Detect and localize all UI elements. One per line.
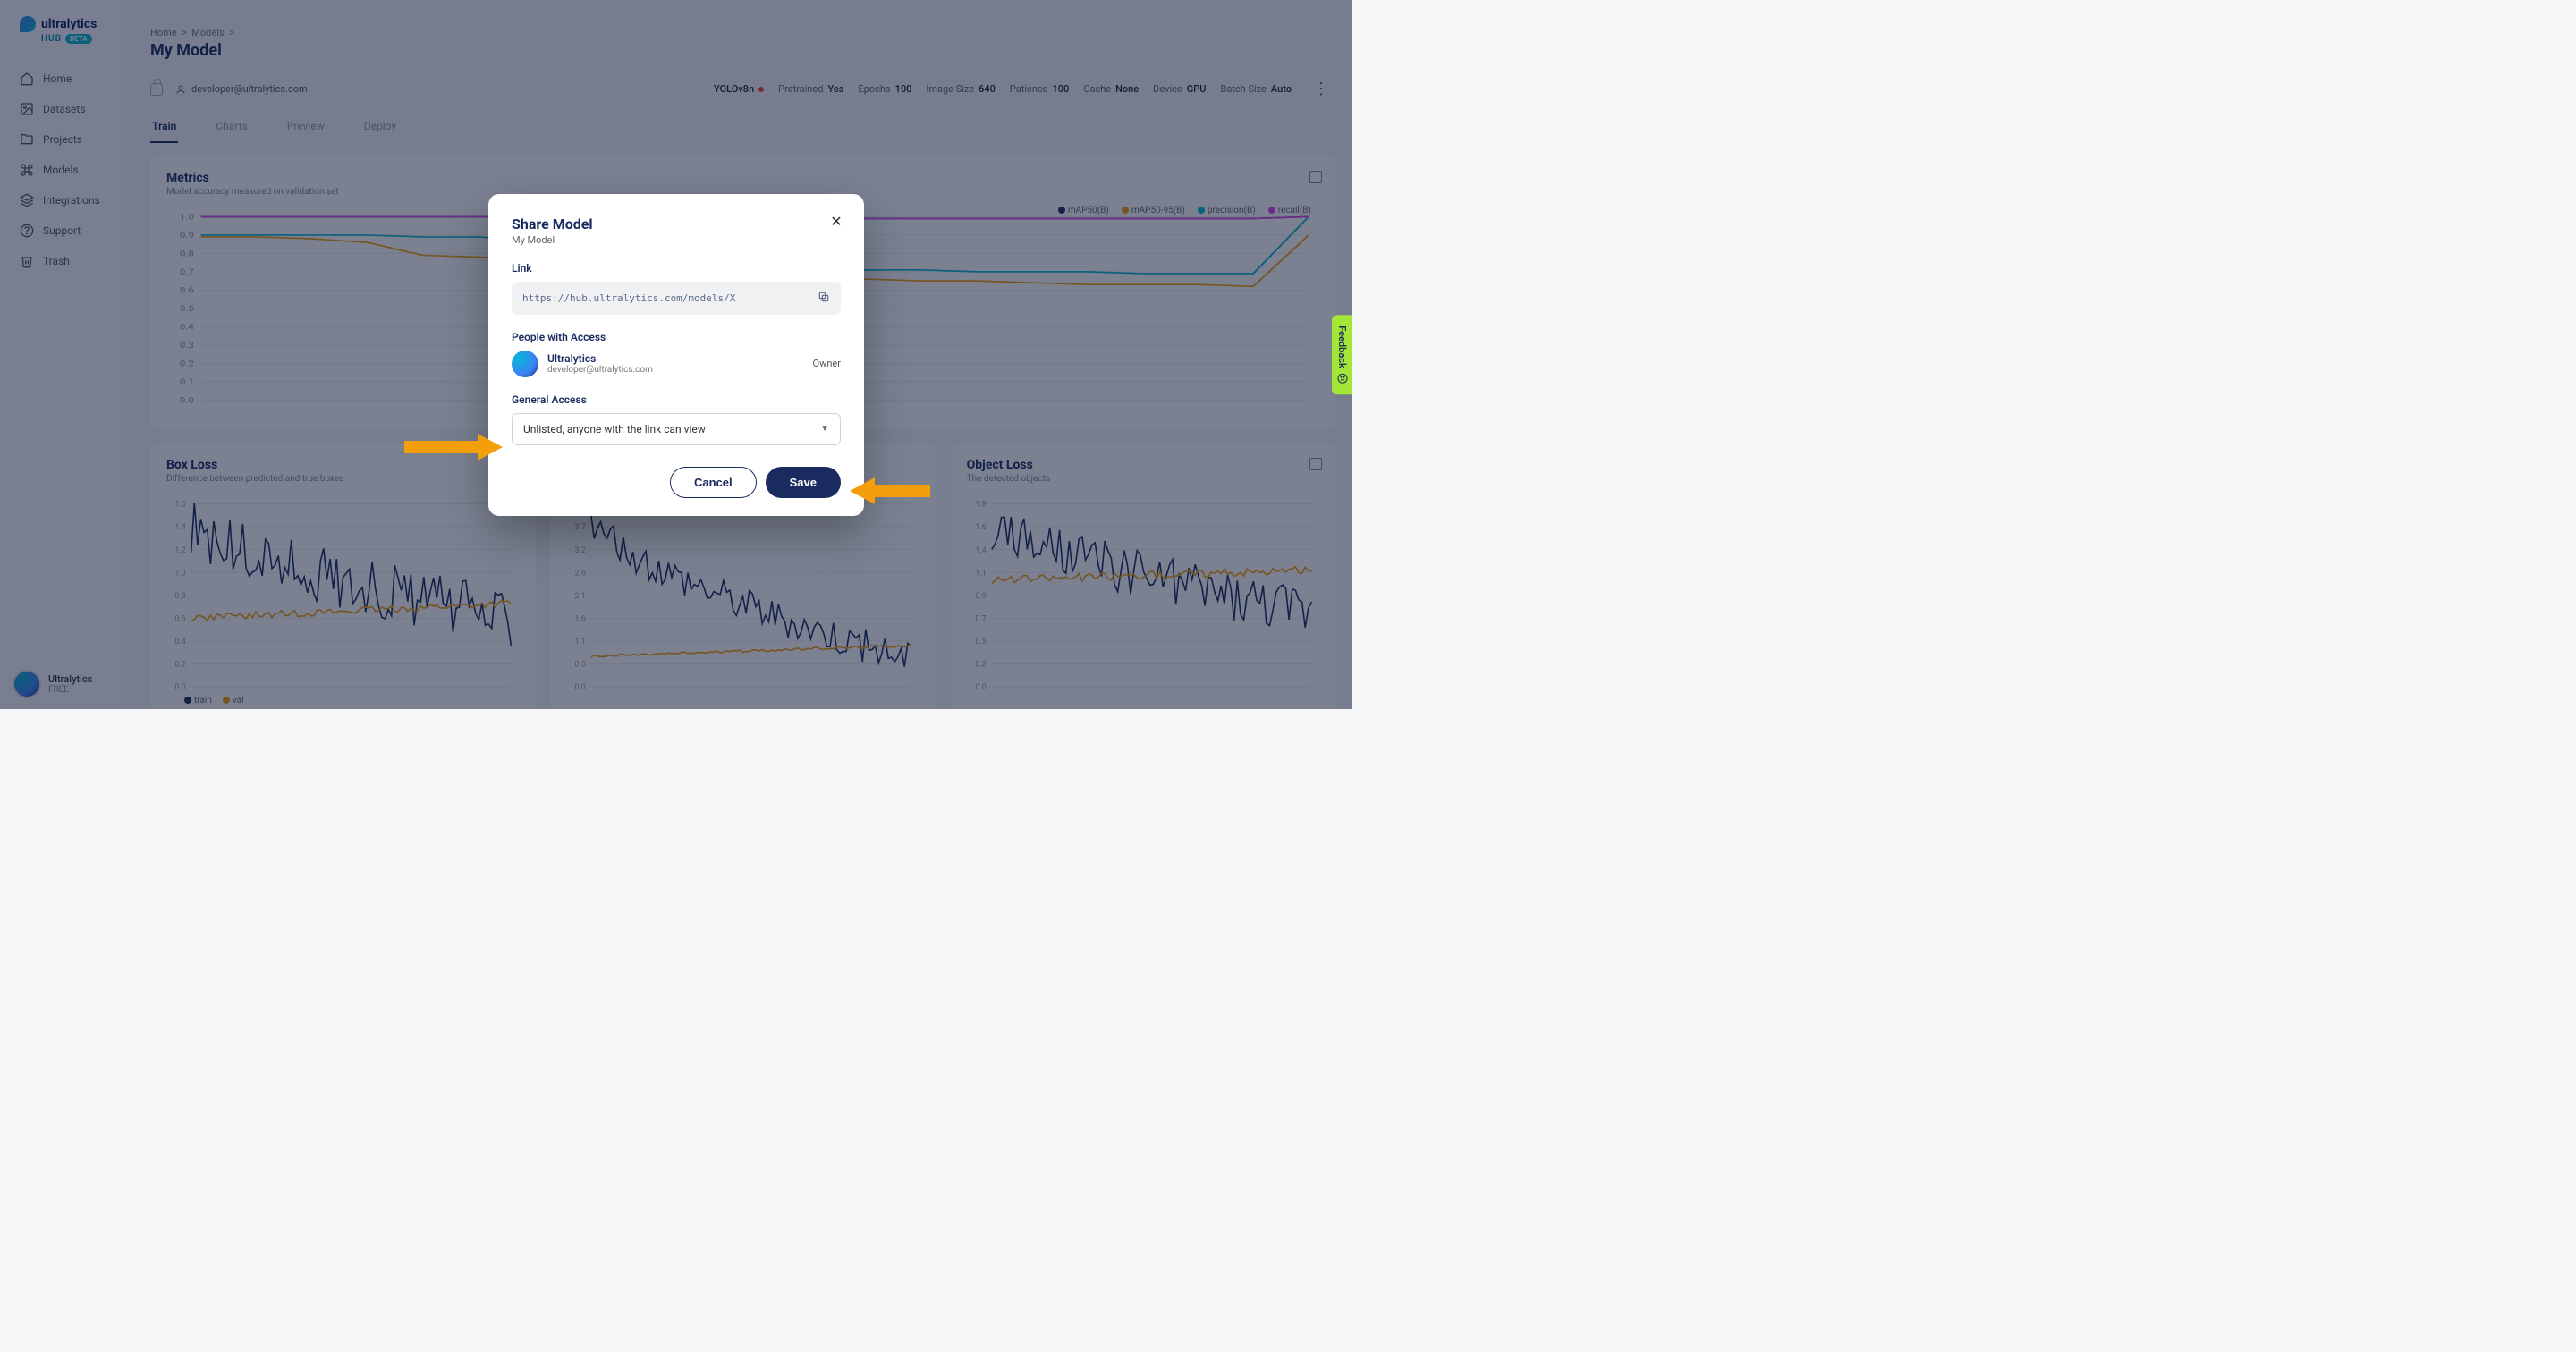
- modal-title: Share Model: [512, 215, 841, 232]
- share-modal: Share Model My Model ✕ Link https://hub.…: [488, 194, 864, 516]
- share-link: https://hub.ultralytics.com/models/X: [522, 292, 735, 304]
- copy-icon: [818, 291, 830, 303]
- access-role: Owner: [813, 358, 841, 369]
- arrow-annotation-icon: [850, 477, 930, 504]
- select-value: Unlisted, anyone with the link can view: [523, 423, 706, 435]
- smile-icon: [1337, 373, 1348, 384]
- save-button[interactable]: Save: [766, 467, 841, 498]
- feedback-tab[interactable]: Feedback: [1332, 315, 1352, 395]
- access-email: developer@ultralytics.com: [547, 365, 804, 375]
- access-row: Ultralytics developer@ultralytics.com Ow…: [512, 351, 841, 377]
- feedback-label: Feedback: [1336, 325, 1348, 368]
- general-access-label: General Access: [512, 393, 841, 406]
- arrow-annotation-icon: [404, 434, 503, 461]
- avatar-icon: [512, 351, 538, 377]
- link-label: Link: [512, 262, 841, 275]
- chevron-down-icon: ▼: [820, 424, 829, 434]
- modal-subtitle: My Model: [512, 234, 841, 246]
- link-box: https://hub.ultralytics.com/models/X: [512, 282, 841, 315]
- copy-button[interactable]: [818, 291, 830, 306]
- general-access-select[interactable]: Unlisted, anyone with the link can view …: [512, 413, 841, 445]
- access-name: Ultralytics: [547, 352, 804, 365]
- modal-overlay: Share Model My Model ✕ Link https://hub.…: [0, 0, 1352, 709]
- close-button[interactable]: ✕: [828, 214, 844, 230]
- cancel-button[interactable]: Cancel: [670, 467, 757, 498]
- access-label: People with Access: [512, 331, 841, 343]
